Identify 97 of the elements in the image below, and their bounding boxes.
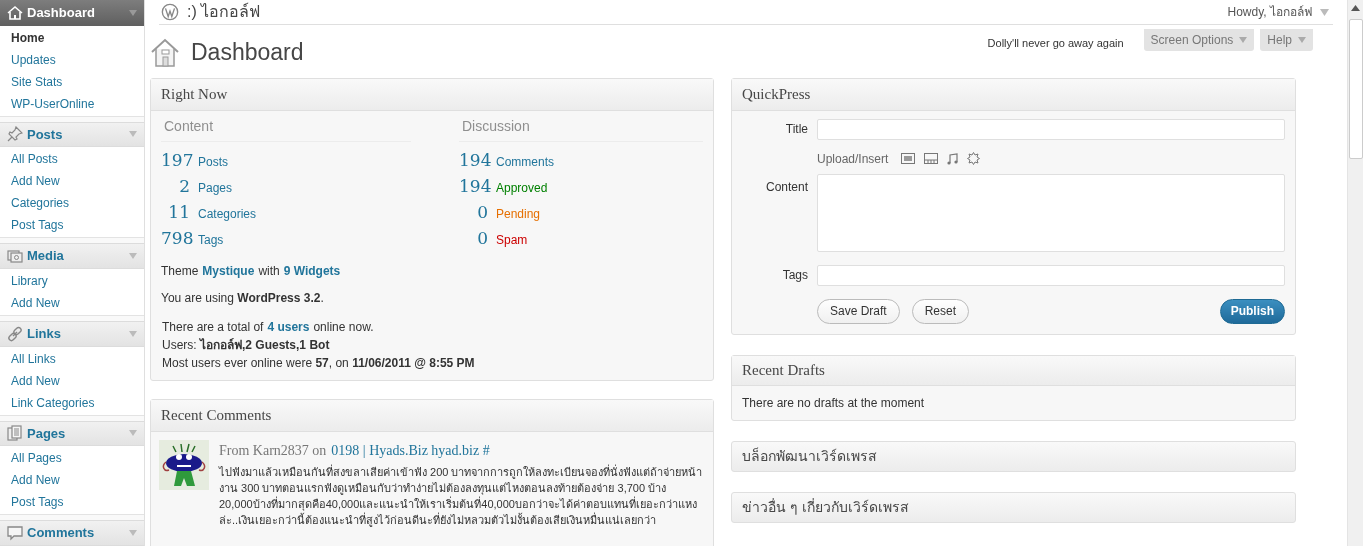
content-field[interactable]	[817, 173, 1285, 252]
scrollbar-track[interactable]	[1347, 0, 1363, 546]
panel-title: Recent Drafts	[732, 355, 1295, 386]
pushpin-icon	[7, 126, 23, 143]
count-link[interactable]: 0	[459, 225, 488, 251]
menu-item[interactable]: Site Stats	[0, 70, 144, 93]
caret-icon[interactable]	[1320, 8, 1329, 16]
media-icon	[7, 248, 23, 265]
count-label-link[interactable]: Approved	[496, 178, 548, 197]
comment-author-text: From Karn2837 on	[219, 441, 327, 460]
menu-header[interactable]: Links	[0, 320, 144, 347]
count-link[interactable]: 2	[161, 173, 190, 199]
help-button[interactable]: Help	[1260, 29, 1313, 51]
title-field[interactable]	[817, 118, 1285, 140]
menu-item[interactable]: All Links	[0, 347, 144, 370]
house-icon	[149, 36, 181, 69]
caret-icon	[129, 131, 137, 138]
empty-drafts-message: There are no drafts at the moment	[741, 394, 926, 412]
tags-field[interactable]	[817, 264, 1285, 286]
comment-excerpt: ไปฟังมาแล้วเหมือนกันที่สงขลาเสียค่าเข้าฟัง 200 บาทจากการถูกให้ลงทะเบียนจองที่นั่งฟังแต่ถ้าจ่ายหน้างาน 300 บาทตอนแรกฟังดูเหมือนกับว่าทำง่ายไม่ต้องลงทุนแต่ไหงตอนลงท้ายต้องจ่าย 3,700 บ้าง 20,000บ้างที่มากสุดคือ40,000และแนะนำให้เราเริ่มต้นที่40,000บอกว่าจะได้ค่าตอบแทนที่เยอะกว่าแหงล่ะ..เงินเยอะกว่านี้ต้องแนะนำที่สูงไว้ก่อนดีนะที่ยังไม่หลวมตัวไม่งั้นต้องเสียเงินหมื่นแน่เลยกว่า	[219, 463, 704, 528]
caret-icon	[1239, 37, 1248, 43]
speech-bubble-icon	[7, 525, 23, 542]
field-label: Content	[764, 178, 808, 196]
online-text: online now.	[313, 318, 374, 336]
dolly-quote: Dolly'll never go away again	[987, 36, 1124, 51]
panel-title: Right Now	[151, 78, 713, 111]
menu-item[interactable]: All Posts	[0, 148, 144, 171]
column-heading: Discussion	[459, 114, 703, 142]
publish-button[interactable]: Publish	[1219, 298, 1285, 324]
caret-icon	[129, 9, 137, 16]
collapsed-panel-header[interactable]: ข่าวอื่น ๆ เกี่ยวกับเวิร์ดเพรส	[731, 491, 1296, 523]
scrollbar-thumb[interactable]	[1348, 19, 1363, 159]
monster-avatar-drawing	[159, 439, 209, 490]
star-burst-icon[interactable]	[967, 152, 981, 165]
menu-item[interactable]: Add New	[0, 369, 144, 392]
menu-item[interactable]: Home	[0, 26, 144, 49]
online-text: There are a total of	[162, 318, 264, 336]
count-label-link[interactable]: Spam	[496, 230, 528, 249]
count-link[interactable]: 11	[161, 199, 190, 225]
site-title[interactable]: :) ไอกอล์ฟ	[187, 0, 261, 24]
menu-item[interactable]: WP-UserOnline	[0, 92, 144, 115]
theme-text: Theme	[161, 262, 199, 280]
menu-item[interactable]: Updates	[0, 48, 144, 71]
menu-header[interactable]: Dashboard	[0, 0, 144, 26]
menu-item[interactable]: Add New	[0, 291, 144, 314]
menu-item[interactable]: All Pages	[0, 447, 144, 470]
caret-icon	[1298, 37, 1306, 43]
most-users-text: Most users ever online were 57, on 11/06/2011 @ 8:55 PM	[161, 354, 476, 372]
count-label-link[interactable]: Categories	[198, 204, 257, 223]
house-icon	[7, 4, 23, 21]
wordpress-logo-icon	[161, 3, 179, 21]
caret-icon	[129, 330, 137, 337]
caret-icon	[129, 253, 137, 260]
upload-insert-label: Upload/Insert	[817, 150, 889, 168]
menu-item[interactable]: Categories	[0, 192, 144, 215]
menu-item[interactable]: Post Tags	[0, 214, 144, 237]
comment-post-link[interactable]: 0198 | Hyads.Biz hyad.biz #	[331, 439, 490, 461]
user-greeting[interactable]: Howdy, ไอกอล์ฟ	[1227, 3, 1312, 21]
widgets-link[interactable]: 9 Widgets	[283, 261, 341, 280]
menu-item[interactable]: Link Categories	[0, 391, 144, 414]
menu-header[interactable]: Comments	[0, 520, 144, 546]
menu-item[interactable]: Library	[0, 269, 144, 292]
panel-title: Recent Comments	[151, 399, 713, 432]
menu-header[interactable]: Pages	[0, 420, 144, 447]
menu-item[interactable]: Post Tags	[0, 491, 144, 514]
screen-options-button[interactable]: Screen Options	[1143, 29, 1255, 51]
menu-item[interactable]: Add New	[0, 469, 144, 492]
pages-icon	[7, 425, 23, 442]
count-label-link[interactable]: Tags	[198, 230, 224, 249]
menu-header[interactable]: Media	[0, 243, 144, 269]
count-label-link[interactable]: Pending	[496, 204, 541, 223]
chain-link-icon	[7, 325, 23, 342]
video-icon[interactable]	[924, 153, 939, 164]
users-online-list: Users: ไอกอล์ฟ,2 Guests,1 Bot	[161, 335, 703, 354]
collapsed-panel-header[interactable]: บล็อกพัฒนาเวิร์ดเพรส	[731, 440, 1296, 472]
count-label-link[interactable]: Posts	[198, 152, 228, 171]
panel-title: QuickPress	[732, 78, 1295, 111]
version-text: You are using WordPress 3.2.	[161, 289, 325, 307]
page-title: Dashboard	[191, 38, 304, 67]
theme-text: with	[258, 262, 280, 280]
count-label-link[interactable]: Pages	[198, 178, 233, 197]
field-label: Tags	[781, 267, 808, 284]
caret-icon	[129, 430, 137, 437]
music-note-icon[interactable]	[947, 152, 959, 165]
field-label: Title	[784, 121, 808, 138]
save-draft-button[interactable]: Save Draft	[817, 298, 900, 324]
theme-link[interactable]: Mystique	[202, 261, 255, 280]
count-label-link[interactable]: Comments	[496, 152, 554, 171]
count-link[interactable]: 0	[459, 199, 488, 225]
column-heading: Content	[161, 114, 411, 142]
users-online-link[interactable]: 4 users	[267, 317, 310, 336]
menu-item[interactable]: Add New	[0, 170, 144, 193]
scroll-up-arrow-icon[interactable]	[1351, 5, 1360, 11]
menu-header[interactable]: Posts	[0, 121, 144, 148]
caret-icon	[129, 530, 137, 537]
image-icon[interactable]	[901, 153, 916, 164]
reset-button[interactable]: Reset	[911, 298, 970, 324]
